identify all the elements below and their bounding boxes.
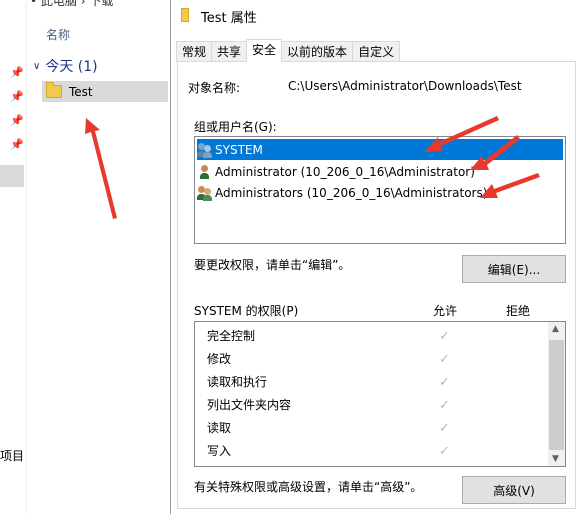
user-group-icon [197,142,213,158]
check-icon: ✓ [439,444,450,459]
scroll-down-icon[interactable]: ▼ [552,454,559,464]
deny-column-header: 拒绝 [506,304,531,318]
permission-row: 完全控制 ✓ [207,325,547,348]
scroll-up-icon[interactable]: ▲ [552,324,559,334]
user-name: Administrators (10_206_0_16\Administrato… [215,185,488,200]
file-name: Test [69,84,93,99]
permission-row: 写入 ✓ [207,440,547,463]
user-name: SYSTEM [215,142,263,157]
file-explorer-window: • 此电脑 › 下载 📌 📌 📌 📌 项目 名称 ∨ 今天 (1) Test [0,0,170,514]
permission-name: 读取 [207,421,232,435]
check-icon: ✓ [439,329,450,344]
permission-name: 列出文件夹内容 [207,398,292,412]
check-icon: ✓ [439,375,450,390]
group-header-today[interactable]: ∨ 今天 (1) [33,56,98,76]
column-header-name[interactable]: 名称 [46,26,70,43]
groups-label: 组或用户名(G): [194,120,277,134]
tab-customize[interactable]: 自定义 [352,41,401,62]
pin-icon[interactable]: 📌 [10,91,24,103]
permission-name: 完全控制 [207,329,256,343]
permission-name: 修改 [207,352,232,366]
folder-icon [181,8,189,22]
object-name-value: C:\Users\Administrator\Downloads\Test [288,79,522,93]
tab-strip: 常规 共享 安全 以前的版本 自定义 [176,39,401,62]
tab-security[interactable]: 安全 [246,39,283,62]
breadcrumb[interactable]: • 此电脑 › 下载 [30,0,113,9]
permission-row: 列出文件夹内容 ✓ [207,394,547,417]
tab-sharing[interactable]: 共享 [211,41,248,62]
edit-button[interactable]: 编辑(E)... [462,255,566,283]
user-item-system[interactable]: SYSTEM [197,139,563,160]
user-item-administrators[interactable]: Administrators (10_206_0_16\Administrato… [197,182,563,203]
properties-dialog: Test 属性 常规 共享 安全 以前的版本 自定义 对象名称: C:\User… [170,0,580,514]
dialog-title: Test 属性 [201,11,257,26]
permission-row: 读取 ✓ [207,417,547,440]
title-bar[interactable]: Test 属性 [171,0,580,30]
allow-column-header: 允许 [433,304,458,318]
user-group-icon [197,185,213,201]
nav-selected-item[interactable] [0,165,24,187]
scroll-thumb[interactable] [549,340,564,450]
check-icon: ✓ [439,421,450,436]
permission-row: 修改 ✓ [207,348,547,371]
permission-row: 读取和执行 ✓ [207,371,547,394]
tab-general[interactable]: 常规 [176,41,213,62]
user-item-administrator[interactable]: Administrator (10_206_0_16\Administrator… [197,161,563,182]
object-name-label: 对象名称: [188,81,241,95]
user-list[interactable]: SYSTEM Administrator (10_206_0_16\Admini… [194,136,566,244]
vertical-scrollbar[interactable]: ▲ ▼ [548,322,565,466]
permission-name: 写入 [207,444,232,458]
group-label: 今天 (1) [45,59,98,75]
advanced-hint: 有关特殊权限或高级设置，请单击“高级”。 [194,480,423,494]
change-permissions-hint: 要更改权限，请单击“编辑”。 [194,258,351,272]
advanced-button[interactable]: 高级(V) [462,476,566,504]
pin-icon[interactable]: 📌 [10,115,24,127]
folder-icon [46,82,62,98]
navigation-pane: 📌 📌 📌 📌 项目 [0,0,27,514]
tab-previous-versions[interactable]: 以前的版本 [281,41,354,62]
user-icon [197,164,213,180]
permissions-label: SYSTEM 的权限(P) [194,304,299,318]
pin-icon[interactable]: 📌 [10,67,24,79]
file-row-test[interactable]: Test [42,81,168,102]
permission-name: 读取和执行 [207,375,268,389]
permissions-list[interactable]: 完全控制 ✓ 修改 ✓ 读取和执行 ✓ 列出文件夹内容 ✓ 读取 ✓ 写入 ✓ … [194,321,566,467]
pin-icon[interactable]: 📌 [10,139,24,151]
user-name: Administrator (10_206_0_16\Administrator… [215,164,475,179]
check-icon: ✓ [439,398,450,413]
item-count-label: 项目 [0,449,25,463]
chevron-down-icon[interactable]: ∨ [33,61,40,72]
check-icon: ✓ [439,352,450,367]
